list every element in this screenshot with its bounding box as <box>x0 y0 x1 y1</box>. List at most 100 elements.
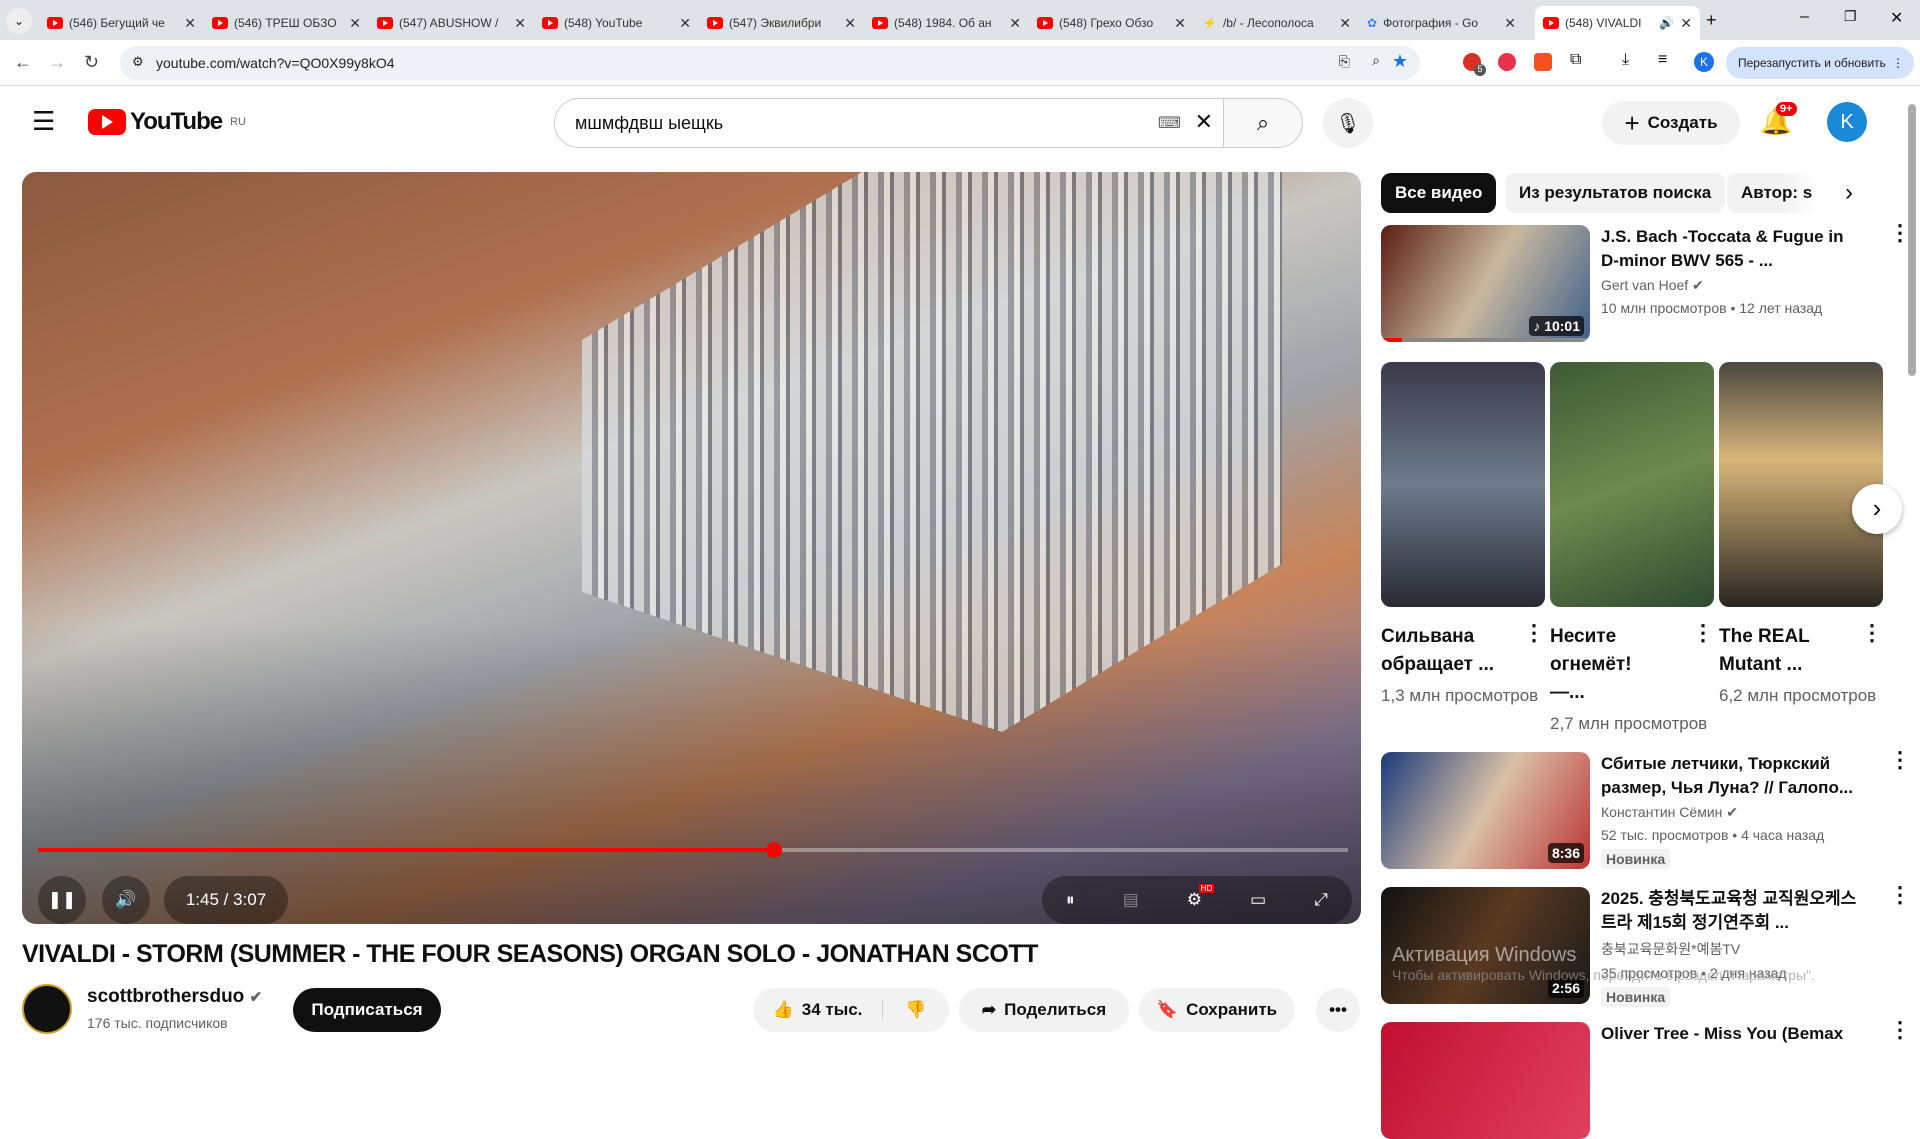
account-avatar[interactable]: K <box>1827 102 1867 142</box>
short-thumbnail[interactable] <box>1550 362 1714 607</box>
channel-name[interactable]: 충북교육문화원*예봄TV <box>1601 939 1861 959</box>
close-tab-icon[interactable]: ✕ <box>1009 15 1021 32</box>
more-options-icon[interactable]: ⋮ <box>1523 622 1545 644</box>
search-input[interactable]: мшмфдвш ыещкь ⌨ ✕ <box>554 98 1224 148</box>
menu-dots-icon[interactable]: ⋮ <box>1892 56 1904 70</box>
reload-button[interactable]: ↻ <box>84 52 99 73</box>
video-title[interactable]: 2025. 충청북도교육청 교직원오케스트라 제15회 정기연주회 ... <box>1601 887 1861 935</box>
video-title[interactable]: Oliver Tree - Miss You (Bemax <box>1601 1022 1861 1046</box>
more-options-icon[interactable]: ⋮ <box>1889 222 1911 244</box>
browser-tab[interactable]: (548) 1984. Об ан ✕ <box>864 6 1029 40</box>
chips-next-icon[interactable]: › <box>1845 179 1853 207</box>
close-tab-icon[interactable]: ✕ <box>514 15 526 32</box>
more-options-icon[interactable]: ⋮ <box>1889 1019 1911 1041</box>
extension-icon[interactable] <box>1498 53 1516 71</box>
video-title[interactable]: Сбитые летчики, Тюркский размер, Чья Лун… <box>1601 752 1861 800</box>
chip-author[interactable]: Автор: s <box>1727 173 1817 213</box>
page-scrollbar[interactable] <box>1908 104 1916 376</box>
video-thumbnail[interactable]: ♪ 10:01 <box>1381 225 1590 342</box>
audio-playing-icon[interactable]: 🔊 <box>1659 16 1674 30</box>
close-tab-icon[interactable]: ✕ <box>1504 15 1516 32</box>
browser-tab[interactable]: (548) Грехо Обзо ✕ <box>1029 6 1194 40</box>
shorts-next-button[interactable]: › <box>1852 484 1902 534</box>
channel-name[interactable]: Константин Сёмин <box>1601 804 1722 820</box>
more-options-icon[interactable]: ⋮ <box>1889 749 1911 771</box>
progress-bar[interactable] <box>38 842 1348 858</box>
chip-from-search[interactable]: Из результатов поиска <box>1505 173 1726 213</box>
close-tab-icon[interactable]: ✕ <box>349 15 361 32</box>
more-options-icon[interactable]: ⋮ <box>1692 622 1714 644</box>
more-options-icon[interactable]: ⋮ <box>1861 622 1883 644</box>
extension-icon[interactable] <box>1534 53 1552 71</box>
close-tab-icon[interactable]: ✕ <box>844 15 856 32</box>
bookmark-star-icon[interactable]: ★ <box>1392 51 1408 72</box>
back-button[interactable]: ← <box>14 52 32 73</box>
volume-button[interactable]: 🔊 <box>102 876 150 924</box>
scrubber-handle[interactable] <box>765 842 782 858</box>
create-button[interactable]: + Создать <box>1602 101 1740 145</box>
autoplay-toggle-icon[interactable]: ⏸ <box>1066 890 1075 910</box>
browser-tab[interactable]: (547) Эквилибри ✕ <box>699 6 864 40</box>
browser-tab[interactable]: (548) YouTube ✕ <box>534 6 699 40</box>
channel-avatar[interactable] <box>22 984 72 1034</box>
close-tab-icon[interactable]: ✕ <box>184 15 196 32</box>
forward-button[interactable]: → <box>48 52 66 73</box>
browser-tab[interactable]: ⚡ /b/ - Лесополоса ✕ <box>1194 6 1359 40</box>
short-title[interactable]: The REAL Mutant ... <box>1719 623 1839 679</box>
browser-tab[interactable]: (546) ТРЕШ ОБЗО ✕ <box>204 6 369 40</box>
media-controls-icon[interactable]: ≡ <box>1658 51 1667 69</box>
video-thumbnail[interactable]: 2:56 <box>1381 887 1590 1004</box>
pause-button[interactable]: ❚❚ <box>38 876 86 924</box>
chip-all-videos[interactable]: Все видео <box>1381 173 1497 213</box>
theater-mode-icon[interactable]: ▭ <box>1250 890 1266 910</box>
browser-tab[interactable]: ✿ Фотография - Go ✕ <box>1359 6 1524 40</box>
short-item[interactable]: Несите огнемёт! —... ⋮ 2,7 млн просмотров <box>1550 362 1714 736</box>
short-title[interactable]: Сильвана обращает ... <box>1381 623 1501 679</box>
short-thumbnail[interactable] <box>1719 362 1883 607</box>
close-window-button[interactable]: ✕ <box>1890 8 1903 28</box>
browser-tab[interactable]: (546) Бегущий че ✕ <box>39 6 204 40</box>
subscribe-button[interactable]: Подписаться <box>293 988 441 1032</box>
dislike-button[interactable]: 👎 <box>883 1000 949 1020</box>
channel-name-row[interactable]: scottbrothersduo ✔ <box>87 986 262 1008</box>
youtube-logo[interactable]: YouTube RU <box>88 108 246 136</box>
close-tab-icon[interactable]: ✕ <box>679 15 691 32</box>
short-item[interactable]: Сильвана обращает ... ⋮ 1,3 млн просмотров <box>1381 362 1545 708</box>
settings-gear-icon[interactable]: ⚙ HD <box>1187 884 1215 910</box>
restore-button[interactable]: ❐ <box>1844 8 1857 25</box>
save-button[interactable]: 🔖 Сохранить <box>1139 988 1295 1032</box>
fullscreen-icon[interactable]: ⤢ <box>1314 890 1328 910</box>
voice-search-button[interactable]: 🎙 <box>1323 98 1373 148</box>
keyboard-icon[interactable]: ⌨ <box>1158 113 1181 133</box>
hamburger-menu-icon[interactable]: ☰ <box>32 106 55 137</box>
short-title[interactable]: Несите огнемёт! —... <box>1550 623 1670 707</box>
more-actions-button[interactable]: ••• <box>1316 988 1360 1032</box>
browser-tab-active[interactable]: (548) VIVALDI 🔊 ✕ <box>1535 6 1700 40</box>
downloads-icon[interactable]: ⤓ <box>1622 51 1629 69</box>
new-tab-button[interactable]: + <box>1706 10 1717 31</box>
extensions-puzzle-icon[interactable]: ⧉ <box>1570 51 1581 69</box>
browser-tab[interactable]: (547) ABUSHOW / ✕ <box>369 6 534 40</box>
site-info-icon[interactable]: ⚙ <box>132 54 144 70</box>
subtitles-icon[interactable]: ▤ <box>1123 890 1139 910</box>
close-tab-icon[interactable]: ✕ <box>1680 15 1692 32</box>
restart-update-button[interactable]: Перезапустить и обновить ⋮ <box>1726 47 1914 79</box>
url-field[interactable]: ⚙ youtube.com/watch?v=QO0X99y8kO4 ⎘ ⌕ ★ <box>120 46 1420 80</box>
install-app-icon[interactable]: ⎘ <box>1339 53 1350 70</box>
channel-name[interactable]: Gert van Hoef <box>1601 277 1688 293</box>
close-tab-icon[interactable]: ✕ <box>1339 15 1351 32</box>
short-thumbnail[interactable] <box>1381 362 1545 607</box>
clear-search-icon[interactable]: ✕ <box>1195 109 1213 135</box>
video-player[interactable]: ❚❚ 🔊 1:45 / 3:07 ⏸ ▤ ⚙ HD ▭ ⤢ <box>22 172 1361 924</box>
tab-search-button[interactable]: ⌄ <box>6 8 32 34</box>
short-item[interactable]: The REAL Mutant ... ⋮ 6,2 млн просмотров <box>1719 362 1883 708</box>
search-button[interactable]: ⌕ <box>1223 98 1303 148</box>
channel-name[interactable]: scottbrothersduo <box>87 986 244 1007</box>
share-button[interactable]: ➦ Поделиться <box>959 988 1129 1032</box>
close-tab-icon[interactable]: ✕ <box>1174 15 1186 32</box>
minimize-button[interactable]: – <box>1800 8 1809 26</box>
more-options-icon[interactable]: ⋮ <box>1889 884 1911 906</box>
profile-avatar[interactable]: K <box>1694 52 1714 72</box>
video-title[interactable]: J.S. Bach -Toccata & Fugue in D-minor BW… <box>1601 225 1861 273</box>
video-thumbnail[interactable]: 8:36 <box>1381 752 1590 869</box>
